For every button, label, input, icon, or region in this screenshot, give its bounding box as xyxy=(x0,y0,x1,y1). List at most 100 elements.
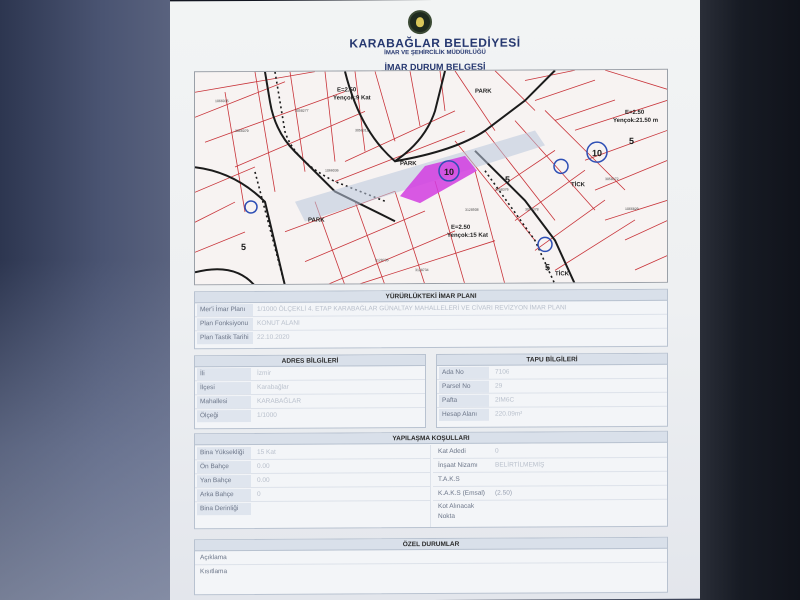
deed-field-label: Parsel No xyxy=(439,380,489,393)
conditions-field-label: K.A.K.S (Emsal) xyxy=(438,489,485,497)
svg-text:3066079: 3066079 xyxy=(235,129,249,133)
map-number-5c: 5 xyxy=(241,242,246,252)
deed-row: Hesap Alanı 220.09m² xyxy=(437,407,667,422)
conditions-row: Kot Alınacak Nokta xyxy=(433,500,667,525)
map-number-5b: 5 xyxy=(629,136,634,146)
deed-field-value: 2IM6C xyxy=(495,396,515,404)
conditions-row: K.A.K.S (Emsal) (2.50) xyxy=(433,485,667,502)
deed-field-value: 29 xyxy=(495,382,503,390)
svg-text:3058378: 3058378 xyxy=(525,207,539,211)
conditions-left-column: Bina Yüksekliği 15 Kat Ön Bahçe 0.00 Yan… xyxy=(195,445,431,529)
address-field-value: KARABAĞLAR xyxy=(257,397,302,405)
svg-text:3058372: 3058372 xyxy=(605,177,619,181)
svg-text:3128734: 3128734 xyxy=(415,268,429,272)
special-field-label: Kısıtlama xyxy=(200,568,228,576)
plan-field-value: KONUT ALANI xyxy=(257,319,300,327)
address-section: ADRES BİLGİLERİ İli İzmir İlçesi Karabağ… xyxy=(194,354,426,430)
deed-field-label: Pafta xyxy=(439,394,489,407)
address-row: İlçesi Karabağlar xyxy=(195,380,425,396)
map-label-height-2: Yençok:15 Kat xyxy=(447,233,488,239)
conditions-field-label: Bina Yüksekliği xyxy=(197,446,251,460)
conditions-row: İnşaat Nizamı BELİRTİLMEMİŞ xyxy=(433,457,667,474)
monitor-right-bezel xyxy=(700,0,800,600)
plan-field-value: 1/1000 ÖLÇEKLİ 4. ETAP KARABAĞLAR GÜNALT… xyxy=(257,304,567,313)
map-label-tick-1: TİCK xyxy=(571,181,586,188)
address-field-label: Ölçeği xyxy=(197,409,251,423)
conditions-field-label: T.A.K.S xyxy=(438,475,460,483)
deed-row: Parsel No 29 xyxy=(437,378,667,394)
map-number-10b: 10 xyxy=(592,148,602,158)
municipality-logo-icon xyxy=(408,10,432,35)
address-row: İli İzmir xyxy=(195,366,425,382)
conditions-field-label: Kat Adedi xyxy=(438,447,466,455)
svg-text:1066829: 1066829 xyxy=(625,207,639,211)
zoning-map-drawing: PARK PARK PARK E=2.50 Yençok:9 Kat E=2.5… xyxy=(195,69,668,286)
conditions-field-value: 0 xyxy=(495,447,499,455)
conditions-field-value: BELİRTİLMEMİŞ xyxy=(495,461,545,469)
special-section: ÖZEL DURUMLAR Açıklama Kısıtlama xyxy=(194,536,668,596)
screen-glare xyxy=(0,260,170,600)
map-label-park-2: PARK xyxy=(400,161,417,167)
svg-text:1066035: 1066035 xyxy=(215,99,229,103)
svg-text:3128735: 3128735 xyxy=(375,258,389,262)
address-field-value: İzmir xyxy=(257,369,272,377)
svg-text:3058312: 3058312 xyxy=(355,128,369,132)
conditions-row: Ön Bahçe 0.00 xyxy=(195,459,430,475)
address-field-label: İli xyxy=(197,367,251,381)
address-field-value: Karabağlar xyxy=(257,383,289,391)
map-label-height-1: Yençok:9 Kat xyxy=(333,95,371,101)
deed-section: TAPU BİLGİLERİ Ada No 7106 Parsel No 29 … xyxy=(436,352,668,428)
map-label-e-2: E=2.50 xyxy=(451,225,471,231)
zoning-map: PARK PARK PARK E=2.50 Yençok:9 Kat E=2.5… xyxy=(194,68,668,286)
svg-text:3058376: 3058376 xyxy=(495,188,509,192)
special-field-label: Açıklama xyxy=(200,554,227,562)
plan-field-value: 22.10.2020 xyxy=(257,333,290,341)
conditions-row: Bina Derinliği xyxy=(195,501,430,516)
address-row: Mahallesi KARABAĞLAR xyxy=(195,394,425,410)
address-field-label: Mahallesi xyxy=(197,395,251,409)
deed-field-value: 220.09m² xyxy=(495,410,523,418)
conditions-field-value: 0 xyxy=(257,490,261,498)
conditions-field-label: İnşaat Nizamı xyxy=(438,461,478,469)
map-label-e-3: E=2.50 xyxy=(625,110,645,116)
conditions-row: Yan Bahçe 0.00 xyxy=(195,473,430,489)
map-label-height-3: Yençok:21.50 m xyxy=(613,118,658,124)
special-row: Kısıtlama xyxy=(195,563,667,579)
map-label-park-1: PARK xyxy=(308,218,325,224)
deed-field-label: Hesap Alanı xyxy=(439,408,489,421)
map-label-tick-2: TİCK xyxy=(555,270,570,277)
svg-text:3058277: 3058277 xyxy=(295,109,309,113)
deed-field-value: 7106 xyxy=(495,368,510,376)
conditions-row: Arka Bahçe 0 xyxy=(195,487,430,503)
conditions-section: YAPILAŞMA KOŞULLARI Bina Yüksekliği 15 K… xyxy=(194,430,668,530)
deed-row: Pafta 2IM6C xyxy=(437,392,667,408)
conditions-row: Kat Adedi 0 xyxy=(433,443,667,460)
map-number-5a: 5 xyxy=(505,175,510,185)
conditions-field-label: Kot Alınacak Nokta xyxy=(438,502,475,520)
document-page: KARABAĞLAR BELEDİYESİ İMAR VE ŞEHİRCİLİK… xyxy=(170,0,700,600)
conditions-field-label: Arka Bahçe xyxy=(197,488,251,502)
conditions-field-value: 0.00 xyxy=(257,462,270,470)
monitor-left-bezel xyxy=(0,0,170,600)
conditions-right-column: Kat Adedi 0 İnşaat Nizamı BELİRTİLMEMİŞ … xyxy=(433,443,667,527)
map-number-5d: 5 xyxy=(545,262,550,272)
conditions-field-label: Yan Bahçe xyxy=(197,474,251,488)
conditions-field-value: 0.00 xyxy=(257,476,270,484)
map-label-park-3: PARK xyxy=(475,89,492,95)
address-field-label: İlçesi xyxy=(197,381,251,395)
plan-row: Plan Tastik Tarihi 22.10.2020 xyxy=(195,329,667,345)
plan-field-label: Plan Fonksiyonu xyxy=(197,317,253,331)
map-label-e-1: E=2.50 xyxy=(337,87,357,93)
deed-row: Ada No 7106 xyxy=(437,364,667,380)
plan-field-label: Plan Tastik Tarihi xyxy=(197,331,253,345)
conditions-field-label: Bina Derinliği xyxy=(197,502,251,516)
plan-section: YÜRÜRLÜKTEKİ İMAR PLANI Mer'i İmar Planı… xyxy=(194,288,668,350)
map-number-10a: 10 xyxy=(444,167,454,177)
plan-field-label: Mer'i İmar Planı xyxy=(197,303,253,317)
conditions-row: Bina Yüksekliği 15 Kat xyxy=(195,445,430,461)
deed-field-label: Ada No xyxy=(439,366,489,379)
conditions-field-label: Ön Bahçe xyxy=(197,460,251,474)
svg-text:3128508: 3128508 xyxy=(465,208,479,212)
address-row: Ölçeği 1/1000 xyxy=(195,408,425,423)
address-field-value: 1/1000 xyxy=(257,411,277,419)
